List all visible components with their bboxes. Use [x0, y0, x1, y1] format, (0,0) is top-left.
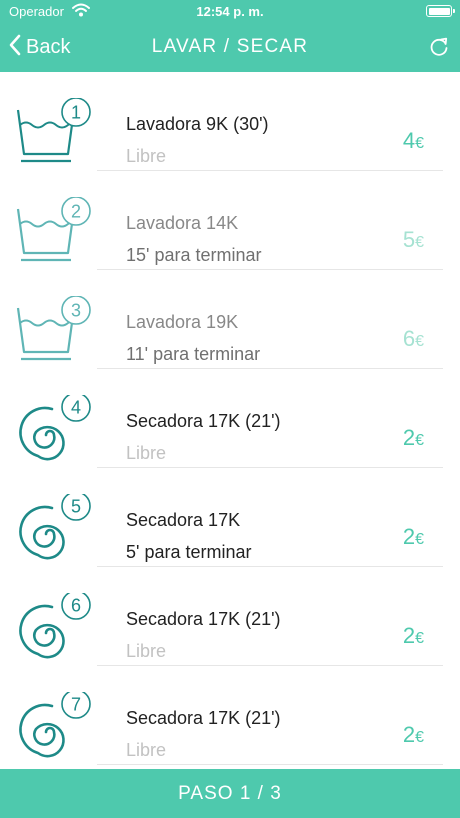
price-currency: € — [415, 531, 424, 548]
price-currency: € — [415, 234, 424, 251]
svg-text:2: 2 — [71, 202, 81, 222]
machine-status: Libre — [126, 641, 167, 661]
machine-row-7[interactable]: 7 Secadora 17K (21') Libre 2€ — [0, 666, 460, 765]
dryer-icon: 5 — [14, 491, 94, 564]
machine-name: Secadora 17K (21') — [126, 411, 281, 431]
price-currency: € — [415, 630, 424, 647]
back-label: Back — [26, 35, 71, 58]
machine-price: 2€ — [403, 722, 424, 748]
machine-status: 5' para terminar — [126, 542, 252, 562]
step-indicator: PASO 1 / 3 — [178, 783, 282, 804]
machine-row-3[interactable]: 3 Lavadora 19K 11' para terminar 6€ — [0, 270, 460, 369]
machine-price: 6€ — [403, 326, 424, 352]
price-value: 2 — [402, 722, 416, 747]
machine-row-4[interactable]: 4 Secadora 17K (21') Libre 2€ — [0, 369, 460, 468]
machine-price: 2€ — [403, 425, 424, 451]
machine-status: Libre — [126, 443, 167, 463]
machine-name: Secadora 17K — [126, 510, 241, 530]
refresh-button[interactable] — [428, 36, 450, 58]
machine-row-2[interactable]: 2 Lavadora 14K 15' para terminar 5€ — [0, 171, 460, 270]
battery-level — [428, 7, 450, 15]
machine-list: 1 Lavadora 9K (30') Libre 4€ 2 Lavadora 14K 15… — [0, 72, 460, 769]
refresh-icon — [428, 37, 450, 62]
machine-price: 2€ — [403, 524, 424, 550]
machine-status: Libre — [126, 740, 167, 760]
status-bar: Operador 12:54 p. m. — [0, 0, 460, 22]
price-currency: € — [415, 135, 424, 152]
machine-name: Lavadora 14K — [126, 213, 239, 233]
navigation-bar: Back LAVAR / SECAR — [0, 22, 460, 72]
washing-machine-icon: 3 — [14, 295, 94, 366]
machine-name: Lavadora 19K — [126, 312, 239, 332]
price-currency: € — [415, 333, 424, 350]
svg-text:7: 7 — [71, 695, 81, 715]
machine-row-6[interactable]: 6 Secadora 17K (21') Libre 2€ — [0, 567, 460, 666]
price-value: 6 — [402, 326, 416, 351]
machine-price: 4€ — [403, 128, 424, 154]
back-button[interactable]: Back — [8, 34, 70, 60]
clock: 12:54 p. m. — [196, 4, 264, 19]
price-currency: € — [415, 729, 424, 746]
chevron-left-icon — [8, 34, 22, 61]
svg-text:1: 1 — [71, 103, 81, 123]
machine-status: 11' para terminar — [126, 344, 261, 364]
dryer-icon: 7 — [14, 689, 94, 762]
svg-text:6: 6 — [71, 596, 81, 616]
machine-name: Secadora 17K (21') — [126, 708, 281, 728]
machine-status: 15' para terminar — [126, 245, 262, 265]
machine-name: Secadora 17K (21') — [126, 609, 281, 629]
price-value: 2 — [402, 524, 416, 549]
svg-text:5: 5 — [71, 497, 81, 517]
svg-text:4: 4 — [71, 398, 81, 418]
price-value: 2 — [402, 425, 416, 450]
price-value: 2 — [402, 623, 416, 648]
washing-machine-icon: 1 — [14, 97, 94, 168]
machine-row-5[interactable]: 5 Secadora 17K 5' para terminar 2€ — [0, 468, 460, 567]
price-currency: € — [415, 432, 424, 449]
dryer-icon: 4 — [14, 392, 94, 465]
machine-price: 2€ — [403, 623, 424, 649]
dryer-icon: 6 — [14, 590, 94, 663]
battery-icon — [426, 5, 455, 17]
svg-text:3: 3 — [71, 301, 81, 321]
machine-row-1[interactable]: 1 Lavadora 9K (30') Libre 4€ — [0, 72, 460, 171]
row-divider — [97, 764, 443, 765]
price-value: 4 — [402, 128, 416, 153]
machine-status: Libre — [126, 146, 167, 166]
machine-name: Lavadora 9K (30') — [126, 114, 269, 134]
step-footer: PASO 1 / 3 — [0, 769, 460, 818]
washing-machine-icon: 2 — [14, 196, 94, 267]
price-value: 5 — [402, 227, 416, 252]
machine-price: 5€ — [403, 227, 424, 253]
